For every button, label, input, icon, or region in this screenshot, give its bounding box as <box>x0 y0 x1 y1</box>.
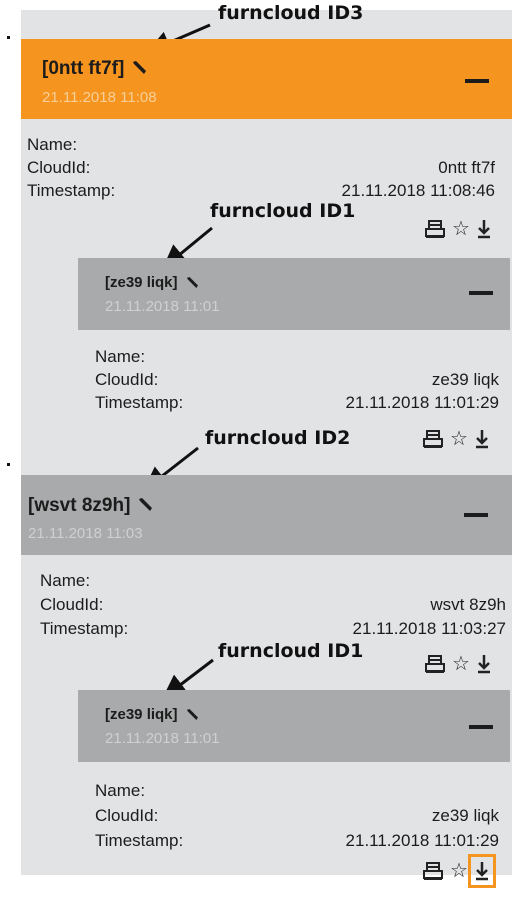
name-label: Name: <box>27 135 78 154</box>
cloudid-value: 0ntt ft7f <box>438 158 495 177</box>
annotation-label-id3: furncloud ID3 <box>218 2 364 24</box>
collapse-minus-icon[interactable] <box>464 513 488 517</box>
sub-entry-title: [ze39 liqk] <box>105 274 199 292</box>
name-label: Name: <box>95 781 146 800</box>
pencil-icon[interactable] <box>132 58 147 80</box>
entry-header-timestamp: 21.11.2018 11:08 <box>42 89 157 106</box>
sub-entry-header[interactable]: [ze39 liqk] 21.11.2018 11:01 <box>78 690 510 762</box>
cloudid-value: ze39 liqk <box>431 370 499 389</box>
timestamp-value: 21.11.2018 11:03:27 <box>352 619 506 638</box>
entry-action-icons: ☆ <box>425 654 491 674</box>
star-icon[interactable]: ☆ <box>452 219 470 239</box>
entry-header-timestamp: 21.11.2018 11:03 <box>28 525 143 542</box>
print-icon[interactable] <box>423 430 443 448</box>
annotation-label-id2: furncloud ID2 <box>205 427 351 449</box>
cloudid-value: wsvt 8z9h <box>430 595 506 614</box>
timestamp-value: 21.11.2018 11:08:46 <box>341 181 495 200</box>
annotation-label-id1: furncloud ID1 <box>218 640 364 662</box>
star-icon[interactable]: ☆ <box>450 429 468 449</box>
timestamp-label: Timestamp: <box>27 181 116 200</box>
timestamp-value: 21.11.2018 11:01:29 <box>345 393 499 412</box>
download-icon[interactable] <box>475 429 489 449</box>
collapse-minus-icon[interactable] <box>465 79 489 83</box>
collapse-minus-icon[interactable] <box>469 725 493 729</box>
print-icon[interactable] <box>425 220 445 238</box>
download-icon[interactable] <box>467 854 496 888</box>
entry-action-icons: ☆ <box>423 854 496 888</box>
collapse-minus-icon[interactable] <box>469 291 493 295</box>
pencil-icon[interactable] <box>186 707 199 724</box>
cloudid-value: ze39 liqk <box>431 806 499 825</box>
timestamp-label: Timestamp: <box>95 393 184 412</box>
sub-entry-title: [ze39 liqk] <box>105 706 199 724</box>
timestamp-value: 21.11.2018 11:01:29 <box>345 831 499 850</box>
cloudid-label: CloudId: <box>95 806 159 825</box>
entry-action-icons: ☆ <box>423 429 489 449</box>
entry-action-icons: ☆ <box>425 219 491 239</box>
pencil-icon[interactable] <box>186 275 199 292</box>
cloud-entry-header[interactable]: [wsvt 8z9h] 21.11.2018 11:03 <box>21 475 512 555</box>
star-icon[interactable]: ☆ <box>452 654 470 674</box>
download-icon[interactable] <box>477 219 491 239</box>
timestamp-label: Timestamp: <box>95 831 184 850</box>
sub-entry-header-timestamp: 21.11.2018 11:01 <box>105 730 220 747</box>
sub-entry-header[interactable]: [ze39 liqk] 21.11.2018 11:01 <box>78 258 510 330</box>
marker-dot <box>7 463 10 466</box>
entry-title: [wsvt 8z9h] <box>28 495 153 517</box>
print-icon[interactable] <box>423 862 443 880</box>
cloudid-label: CloudId: <box>40 595 104 614</box>
star-icon[interactable]: ☆ <box>450 861 468 881</box>
marker-dot <box>7 36 10 39</box>
entry-title: [0ntt ft7f] <box>42 58 147 80</box>
name-label: Name: <box>95 347 146 366</box>
pencil-icon[interactable] <box>138 495 153 517</box>
annotation-label-id1: furncloud ID1 <box>210 200 356 222</box>
timestamp-label: Timestamp: <box>40 619 129 638</box>
cloud-entry-header-active[interactable]: [0ntt ft7f] 21.11.2018 11:08 <box>21 39 512 119</box>
download-icon[interactable] <box>477 654 491 674</box>
print-icon[interactable] <box>425 655 445 673</box>
cloudid-label: CloudId: <box>95 370 159 389</box>
sub-entry-header-timestamp: 21.11.2018 11:01 <box>105 298 220 315</box>
name-label: Name: <box>40 571 91 590</box>
cloudid-label: CloudId: <box>27 158 91 177</box>
